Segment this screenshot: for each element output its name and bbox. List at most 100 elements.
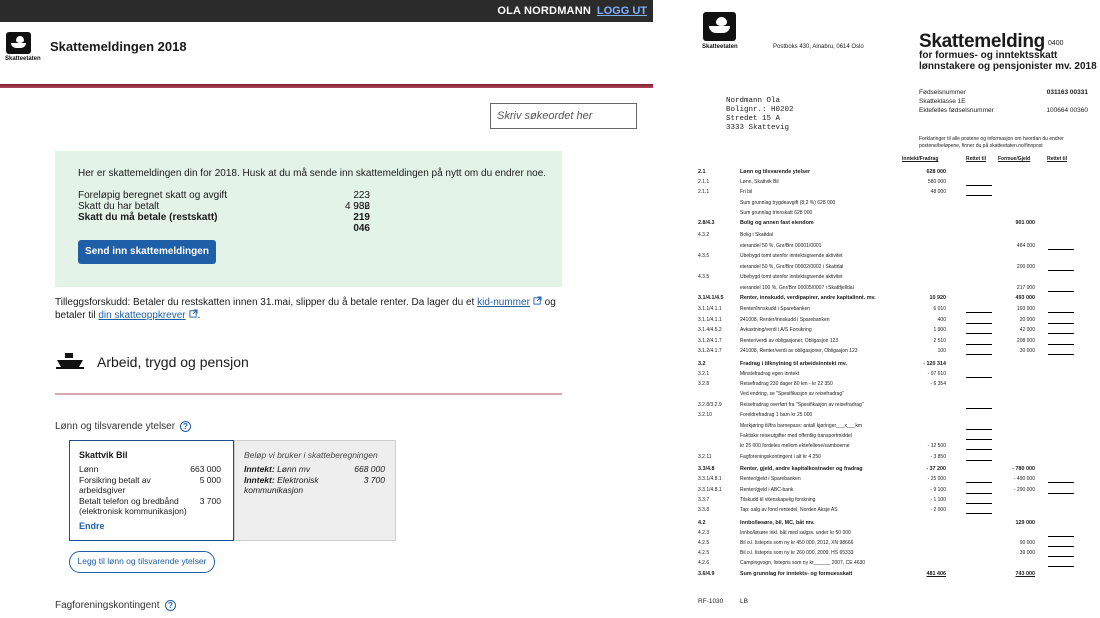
form-language: LB xyxy=(740,598,748,605)
item-label: Minstefradrag egen inntekt xyxy=(740,371,800,377)
item-code: 3.3/4.8 xyxy=(698,466,715,472)
correction-field xyxy=(966,482,992,483)
wealth-value: 484 000 xyxy=(1016,243,1035,249)
item-code: 3.1.2/4.1.7 xyxy=(698,338,722,344)
section-heading: Arbeid, trygd og pensjon xyxy=(97,354,249,370)
table-row: 4.2 Innbo/løsøre, bil, MC, båt mv. 129 000 xyxy=(698,519,1098,529)
table-row: 4.2.3 Innbo/løsøre inkl. båt med salgsv. … xyxy=(698,529,1098,539)
item-code: 3.1.4/4.5.2 xyxy=(698,327,722,333)
correction-field xyxy=(1048,323,1074,324)
table-row: 3.3.1/4.8.1 Renter/gjeld i Sparebanken - 2… xyxy=(698,475,1098,485)
employer-name: Skattvik Bil xyxy=(79,450,128,460)
column-header: Formue/Gjeld xyxy=(998,156,1031,162)
kid-number-link[interactable]: kid-nummer xyxy=(477,297,530,308)
wealth-value: 208 000 xyxy=(1016,338,1035,344)
table-row: eierandel 50 %, Gnr/Bnr 00001/0001 484 00… xyxy=(698,242,1098,252)
help-icon[interactable]: ? xyxy=(180,421,191,432)
help-icon[interactable]: ? xyxy=(165,600,176,611)
item-value: 663 000 xyxy=(190,464,221,474)
item-label: Bolig i Skattdal xyxy=(740,232,774,238)
item-code: 3.3.1/4.8.1 xyxy=(698,487,722,493)
wealth-value: 90 000 xyxy=(1019,540,1035,546)
correction-field xyxy=(1048,249,1074,250)
table-row: 3.1/4.1/4.5 Renter, innskudd, verdipapire… xyxy=(698,294,1098,304)
income-value: 481 406 xyxy=(926,571,947,577)
item-label: eierandel 50 %, Gnr/Bnr 00001/0001 xyxy=(740,243,822,249)
income-value: - 1 100 xyxy=(930,497,946,503)
income-value: 10 920 xyxy=(929,295,947,301)
summary-message: Her er skattemeldingen din for 2018. Hus… xyxy=(78,168,547,179)
user-name: OLA NORDMANN xyxy=(497,5,591,17)
wealth-value: 493 000 xyxy=(1015,295,1036,301)
table-row: 4.2.5 Bil o.l. listepris som ny kr 450 00… xyxy=(698,539,1098,549)
item-code: 4.3.5 xyxy=(698,274,710,280)
correction-field xyxy=(966,377,992,378)
meta-value: 100664 00360 xyxy=(1046,107,1088,114)
item-label: Renter/gjeld i Sparebanken xyxy=(740,476,801,482)
item-code: 3.1.2/4.1.7 xyxy=(698,348,722,354)
calc-value: 668 000 xyxy=(354,464,385,474)
recipient-line: 3333 Skattevig xyxy=(726,124,790,132)
table-row: 3.6/4.9 Sum grunnlag for inntekts- og for… xyxy=(698,570,1098,580)
form-code: RF-1030 xyxy=(698,598,724,605)
external-link-icon xyxy=(189,309,198,318)
briefcase-icon xyxy=(56,353,84,369)
table-row: eierandel 50 %, Gnr/Bnr 00002/0002 i Ska… xyxy=(698,263,1098,273)
item-label: Bil o.l. listepris som ny kr 260 000, 20… xyxy=(740,550,854,556)
table-row: 3.1.1/4.1.1 241008, Renter/innskudd i Spa… xyxy=(698,316,1098,326)
header-divider xyxy=(0,84,653,88)
wealth-value: 901 000 xyxy=(1015,220,1036,226)
item-code: 4.2.5 xyxy=(698,550,710,556)
correction-field xyxy=(1048,312,1074,313)
calc-value: 3 700 xyxy=(363,475,385,485)
item-label: Lønn, Skattvik Bil xyxy=(740,179,779,185)
income-value: - 6 354 xyxy=(930,381,946,387)
item-code: 4.3.5 xyxy=(698,253,710,259)
subsection-heading: Fagforeningskontingent xyxy=(55,600,160,611)
item-label: Fri bil xyxy=(740,189,753,195)
summary-label: Skatt du har betalt xyxy=(78,201,160,212)
item-label: Sum grunnlag trinnskatt 628 000 xyxy=(740,210,813,216)
edit-link[interactable]: Endre xyxy=(79,521,105,531)
table-row: 4.2.5 Bil o.l. listepris som ny kr 260 00… xyxy=(698,549,1098,559)
summary-panel: Her er skattemeldingen din for 2018. Hus… xyxy=(55,151,562,287)
item-label: 241008, Renter/innskudd i Sparebanken xyxy=(740,317,830,323)
meta-label: Ektefelles fødselsnummer xyxy=(919,107,994,114)
item-code: 3.1/4.1/4.5 xyxy=(698,295,724,301)
item-label: Bolig og annen fast eiendom xyxy=(740,220,814,226)
paper-form-panel: Skatteetaten Postboks 430, Alnabru, 0614… xyxy=(680,0,1100,618)
tax-collector-link[interactable]: din skatteoppkrever xyxy=(98,310,185,321)
employer-card[interactable]: Skattvik Bil Lønn 663 000 Forsikring bet… xyxy=(69,440,234,541)
income-value: - 97 610 xyxy=(927,371,946,377)
table-row: 3.3.8 Tap: salg av fond rentedel, Norden … xyxy=(698,506,1098,516)
item-code: 3.1.1/4.1.1 xyxy=(698,317,722,323)
wealth-value: 743 000 xyxy=(1015,571,1036,577)
add-salary-button[interactable]: Legg til lønn og tilsvarende ytelser xyxy=(69,551,215,573)
item-code: 3.3.7 xyxy=(698,497,710,503)
item-label: Avkastning/verdi i A/S Forsikring xyxy=(740,327,812,333)
table-row: 3.2.11 Fagforeningskontingent i alt kr 4 … xyxy=(698,453,1098,463)
table-row: 2.1.1 Lønn, Skattvik Bil 580 000 xyxy=(698,178,1098,188)
item-label: Ubebygd tomt utenfor inntektsgivende akt… xyxy=(740,253,843,259)
skatteetaten-logo-icon[interactable] xyxy=(6,32,31,54)
section-divider xyxy=(55,393,562,395)
income-value: 1 900 xyxy=(933,327,946,333)
search-input[interactable]: Skriv søkeordet her xyxy=(490,103,637,129)
income-value: 400 xyxy=(937,317,946,323)
item-value: 3 700 xyxy=(199,496,221,506)
table-row: 3.2.1 Minstefradrag egen inntekt - 97 610 xyxy=(698,370,1098,380)
send-return-button[interactable]: Send inn skattemeldingen xyxy=(78,240,216,264)
summary-label: Foreløpig beregnet skatt og avgift xyxy=(78,190,227,201)
item-value: 5 000 xyxy=(199,475,221,485)
correction-field xyxy=(966,429,992,430)
item-label: Renter/innskudd i Sparebanken xyxy=(740,306,811,312)
item-label: Forsikring betalt av arbeidsgiver xyxy=(79,475,151,495)
table-row: 3.1.2/4.1.7 Renter/verdi av obligasjoner,… xyxy=(698,337,1098,347)
item-label: Fagforeningskontingent i alt kr 4 250 xyxy=(740,454,821,460)
correction-field xyxy=(1048,536,1074,537)
item-code: 2.1 xyxy=(698,169,706,175)
table-row: 2.8/4.3 Bolig og annen fast eiendom 901 00… xyxy=(698,219,1098,229)
item-code: 3.2.8 xyxy=(698,381,710,387)
correction-field xyxy=(966,333,992,334)
logout-link[interactable]: LOGG UT xyxy=(597,5,647,17)
